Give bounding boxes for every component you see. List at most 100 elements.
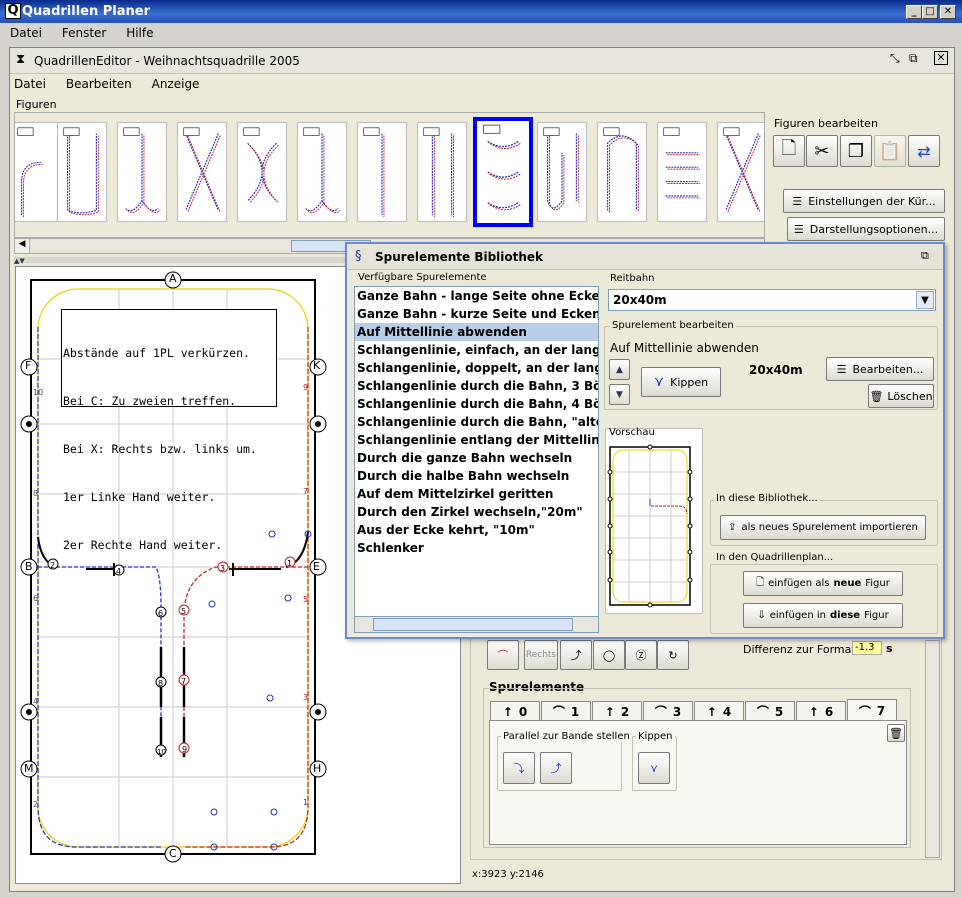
edit-size: 20x40m: [749, 363, 803, 377]
list-item[interactable]: Schlangenlinie entlang der Mittellinie, …: [355, 431, 598, 449]
arc-tool[interactable]: ⤴: [560, 640, 592, 670]
figure-thumbnail[interactable]: [597, 122, 647, 222]
darstellung-button[interactable]: ☰ Darstellungsoptionen...: [787, 217, 945, 241]
quadrillenplan-label: In den Quadrillenplan...: [714, 552, 836, 563]
tab-5[interactable]: ⌒ 5: [745, 701, 795, 721]
figure-thumbnail[interactable]: [15, 122, 61, 222]
einfuegen-diese-button[interactable]: ⇩ einfügen in diese Figur: [743, 603, 903, 628]
tab-label: 5: [774, 704, 784, 719]
list-item[interactable]: Auf dem Mittelzirkel geritten: [355, 485, 598, 503]
svg-text:2: 2: [50, 561, 55, 570]
parallel-right-button[interactable]: ⤴: [540, 752, 572, 784]
curve-tool-1[interactable]: ⌒: [487, 640, 519, 670]
figure-thumbnail[interactable]: [417, 122, 467, 222]
darstellung-label: Darstellungsoptionen...: [809, 222, 939, 236]
down-button[interactable]: ▼: [609, 384, 630, 405]
shrink-icon[interactable]: ⤡: [890, 51, 900, 66]
z-tool[interactable]: Ⓩ: [625, 640, 657, 670]
tab-3[interactable]: ⌒ 3: [643, 701, 693, 721]
arrange-button[interactable]: ⇄: [908, 135, 940, 167]
einfuegen-neu-post: Figur: [865, 578, 890, 589]
minimize-button[interactable]: _: [906, 5, 922, 19]
list-hscroll[interactable]: [354, 616, 599, 633]
figure-thumbnail[interactable]: [237, 122, 287, 222]
up-button[interactable]: ▲: [609, 359, 630, 380]
turn-tool[interactable]: ↻: [657, 640, 689, 670]
edit-name: Auf Mittellinie abwenden: [610, 341, 759, 355]
spurelemente-list[interactable]: Ganze Bahn - lange Seite ohne Ecken Ganze…: [354, 286, 599, 633]
num-left-10: 10: [33, 388, 44, 397]
list-item[interactable]: Durch den Zirkel wechseln,"20m": [355, 503, 598, 521]
flip-icon: ⋎: [649, 761, 659, 775]
list-item[interactable]: Schlangenlinie durch die Bahn, 4 Bögen: [355, 395, 598, 413]
list-item[interactable]: Durch die ganze Bahn wechseln: [355, 449, 598, 467]
new-figure-button[interactable]: 🗋: [773, 135, 805, 167]
loeschen-button[interactable]: 🗑 Löschen: [868, 384, 934, 408]
list-item[interactable]: Auf Mittellinie abwenden: [355, 323, 598, 341]
figure-thumbnail[interactable]: [117, 122, 167, 222]
einstellungen-button[interactable]: ☰ Einstellungen der Kür...: [783, 189, 945, 213]
list-scroll-thumb[interactable]: [373, 618, 573, 631]
bearbeiten-button[interactable]: ☰ Bearbeiten...: [826, 357, 934, 381]
paste-button[interactable]: 📋: [874, 135, 906, 167]
kippen-tab-button[interactable]: ⋎: [638, 752, 670, 784]
copy-button[interactable]: ❐: [840, 135, 872, 167]
import-button[interactable]: ⇪ als neues Spurelement importieren: [720, 515, 926, 540]
figure-thumbnail[interactable]: [717, 122, 764, 222]
menu-datei[interactable]: Datei: [10, 26, 42, 40]
tab-1[interactable]: ⌒ 1: [541, 701, 591, 721]
einfuegen-neu-button[interactable]: 🗋 einfügen als neue Figur: [743, 571, 903, 596]
list-label: Verfügbare Spurelemente: [358, 272, 487, 283]
list-item[interactable]: Schlangenlinie, doppelt, an der langen S…: [355, 359, 598, 377]
num-right-7: 7: [303, 487, 309, 496]
close-button[interactable]: ✕: [940, 5, 956, 19]
reitbahn-select[interactable]: 20x40m ▼: [608, 289, 936, 311]
dialog-title: Spurelemente Bibliothek: [375, 250, 544, 264]
menu-anzeige[interactable]: Anzeige: [152, 77, 200, 91]
restore-icon[interactable]: ⧉: [909, 51, 918, 66]
scroll-left-arrow[interactable]: ◀: [15, 239, 30, 253]
list-item[interactable]: Schlangenlinie durch die Bahn, "alter Ar…: [355, 413, 598, 431]
list-item[interactable]: Ganze Bahn - lange Seite ohne Ecken: [355, 287, 598, 305]
menu-bearbeiten[interactable]: Bearbeiten: [66, 77, 132, 91]
list-item[interactable]: Durch die halbe Bahn wechseln: [355, 467, 598, 485]
cut-button[interactable]: ✂: [806, 135, 838, 167]
figure-thumbnail[interactable]: [57, 122, 107, 222]
figure-thumbnail[interactable]: [297, 122, 347, 222]
arrow-up-icon: ▲: [616, 364, 623, 375]
list-item[interactable]: Schlenker: [355, 539, 598, 557]
import-label: als neues Spurelement importieren: [741, 522, 918, 533]
tab-6[interactable]: ↑ 6: [796, 701, 846, 721]
figure-thumbnail[interactable]: [357, 122, 407, 222]
einfuegen-neu-bold: neue: [833, 578, 862, 589]
tab-4[interactable]: ↑ 4: [694, 701, 744, 721]
list-item[interactable]: Schlangenlinie, einfach, an der langen S…: [355, 341, 598, 359]
kippen-button[interactable]: ⋎ Kippen: [641, 367, 721, 397]
parallel-left-button[interactable]: ⤵: [503, 752, 535, 784]
figure-thumbnail[interactable]: [657, 122, 707, 222]
maximize-button[interactable]: □: [922, 5, 938, 19]
tab-0[interactable]: ↑ 0: [490, 701, 540, 721]
tab-label: 3: [672, 704, 682, 719]
list-item[interactable]: Aus der Ecke kehrt, "10m": [355, 521, 598, 539]
vorschau-label: Vorschau: [609, 427, 655, 438]
dialog-restore-icon[interactable]: ⧉: [921, 249, 929, 263]
menu-fenster[interactable]: Fenster: [62, 26, 107, 40]
close-icon[interactable]: ✕: [934, 51, 948, 65]
chevron-down-icon[interactable]: ▼: [916, 291, 934, 309]
num-right-9: 9: [303, 383, 309, 392]
figure-thumbnail[interactable]: [177, 122, 227, 222]
menu-hilfe[interactable]: Hilfe: [126, 26, 153, 40]
delete-tab-button[interactable]: 🗑: [887, 724, 905, 742]
right-scrollbar[interactable]: [925, 640, 940, 858]
circle-tool[interactable]: ◯: [593, 640, 625, 670]
rechts-button[interactable]: Rechts: [524, 640, 558, 670]
list-item[interactable]: Ganze Bahn - kurze Seite und Ecken: [355, 305, 598, 323]
figure-thumbnail[interactable]: [473, 117, 533, 227]
menu-datei-editor[interactable]: Datei: [14, 77, 46, 91]
figuren-strip: [14, 112, 765, 238]
figure-thumbnail[interactable]: [537, 122, 587, 222]
tab-7[interactable]: ⌒ 7: [847, 699, 897, 722]
tab-2[interactable]: ↑ 2: [592, 701, 642, 721]
list-item[interactable]: Schlangenlinie durch die Bahn, 3 Bögen: [355, 377, 598, 395]
